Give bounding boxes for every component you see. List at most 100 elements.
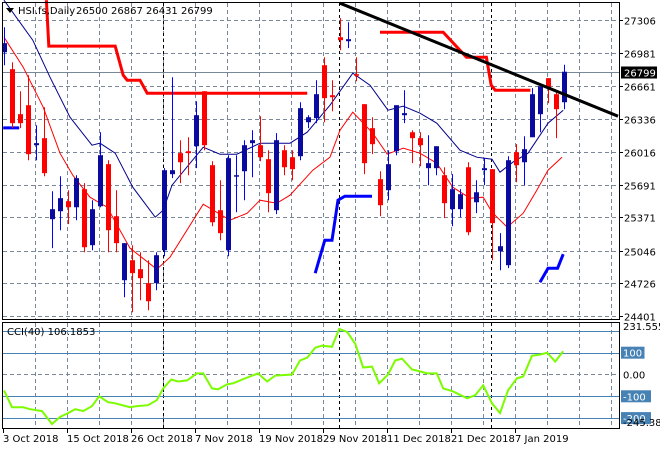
x-tick-label: 7 Jan 2019 — [515, 434, 569, 445]
candle-bearish — [186, 151, 191, 154]
cci-label: CCI(40) 106.1853 — [7, 327, 95, 338]
candle-bearish — [258, 145, 263, 158]
candle-bearish — [338, 37, 343, 41]
candle-bullish — [386, 164, 391, 191]
resistance-step-line — [380, 30, 531, 92]
x-tick-label: 11 Dec 2018 — [387, 434, 451, 445]
candle-bearish — [130, 260, 135, 274]
candle-bullish — [306, 117, 311, 123]
x-tick-label: 21 Dec 2018 — [451, 434, 515, 445]
candle-bullish — [522, 149, 527, 163]
candle-bullish — [402, 113, 407, 116]
y-tick-label: 25371 — [624, 214, 656, 225]
candle-bullish — [346, 39, 351, 42]
candle-bullish — [74, 178, 79, 208]
candle-bullish — [298, 108, 303, 157]
candle-bullish — [474, 192, 479, 203]
candle-bullish — [242, 145, 247, 172]
candle-bearish — [282, 150, 287, 168]
cci-series-line — [3, 327, 564, 426]
y-tick-label: 24726 — [624, 280, 656, 291]
cci-axis-bottom-label: -245.384 — [623, 418, 660, 429]
x-tick-label: 19 Nov 2018 — [259, 434, 323, 445]
candle-bullish — [394, 105, 399, 152]
x-tick-label: 15 Oct 2018 — [67, 434, 129, 445]
candle-bearish — [82, 189, 87, 248]
x-tick-label: 7 Nov 2018 — [195, 434, 253, 445]
candle-bullish — [562, 71, 567, 103]
candle-bearish — [554, 94, 559, 110]
candle-bullish — [482, 168, 487, 171]
candle-bearish — [210, 165, 215, 223]
y-tick-label: 27306 — [624, 17, 656, 28]
candle-bearish — [378, 179, 383, 206]
candle-bearish — [290, 157, 295, 170]
candle-bearish — [370, 128, 375, 145]
candle-bearish — [362, 104, 367, 164]
candle-bullish — [226, 158, 231, 251]
axes: 27306 26981 26661 26336 26016 25691 25371 25046… — [3, 17, 660, 445]
trading-chart[interactable]: 27306 26981 26661 26336 26016 25691 25371 25046… — [0, 0, 660, 450]
cci-panel-border — [2, 322, 620, 429]
candle-bearish — [138, 269, 143, 279]
candle-bullish — [506, 160, 511, 266]
candle-bearish — [354, 74, 359, 76]
candle-bullish — [530, 94, 535, 138]
y-tick-label: 25691 — [624, 182, 656, 193]
candle-bearish — [146, 283, 151, 302]
cci-axis-top-label: 231.5552 — [623, 322, 660, 333]
y-tick-label: 25046 — [624, 248, 656, 259]
candle-bullish — [498, 246, 503, 252]
y-tick-label: 26661 — [624, 83, 656, 94]
candle-bearish — [106, 164, 111, 231]
cci-grid — [3, 323, 619, 428]
candle-bearish — [330, 95, 335, 98]
candle-bearish — [178, 153, 183, 163]
candle-bearish — [26, 105, 31, 155]
indicator-overlays — [3, 0, 565, 283]
cci-indicator — [3, 327, 564, 426]
candle-bullish — [434, 146, 439, 169]
x-tick-label: 26 Oct 2018 — [131, 434, 193, 445]
candle-bullish — [122, 243, 127, 281]
candle-bearish — [202, 91, 207, 146]
candle-bullish — [98, 155, 103, 207]
candle-bullish — [50, 209, 55, 220]
y-tick-label: 26016 — [624, 149, 656, 160]
cci-axis-minus100-label: -100 — [623, 392, 646, 403]
candle-bullish — [458, 194, 463, 210]
candle-bearish — [266, 159, 271, 194]
candle-bearish — [514, 152, 519, 166]
candle-bearish — [410, 132, 415, 139]
symbol-label: HSI.fs,Daily — [18, 6, 75, 17]
candle-bullish — [274, 140, 279, 211]
candle-bearish — [442, 175, 447, 204]
y-tick-label: 26336 — [624, 116, 656, 127]
candle-bearish — [418, 138, 423, 146]
x-tick-label: 3 Oct 2018 — [3, 434, 58, 445]
candle-bearish — [66, 201, 71, 208]
candle-bullish — [34, 143, 39, 146]
candle-bearish — [42, 138, 47, 174]
x-tick-label: 29 Nov 2018 — [323, 434, 387, 445]
candle-bearish — [218, 210, 223, 234]
cci-axis-100-label: 100 — [623, 349, 642, 360]
candle-bullish — [314, 94, 319, 119]
candle-bullish — [170, 170, 175, 175]
support-step-line — [538, 253, 565, 283]
candle-bullish — [58, 198, 63, 212]
candle-bullish — [194, 115, 199, 147]
candle-bullish — [90, 209, 95, 246]
candle-bearish — [490, 169, 495, 224]
candle-bearish — [466, 167, 471, 233]
candle-bullish — [250, 140, 255, 144]
candle-bullish — [154, 255, 159, 284]
cci-axis-zero-label: 0.00 — [623, 370, 645, 381]
candle-bullish — [162, 170, 167, 251]
candle-bullish — [538, 86, 543, 115]
candle-bullish — [450, 189, 455, 210]
candle-bullish — [426, 163, 431, 169]
candle-bearish — [10, 69, 15, 124]
candle-bullish — [234, 175, 239, 177]
ohlc-label: 26500 26867 26431 26799 — [76, 6, 213, 17]
